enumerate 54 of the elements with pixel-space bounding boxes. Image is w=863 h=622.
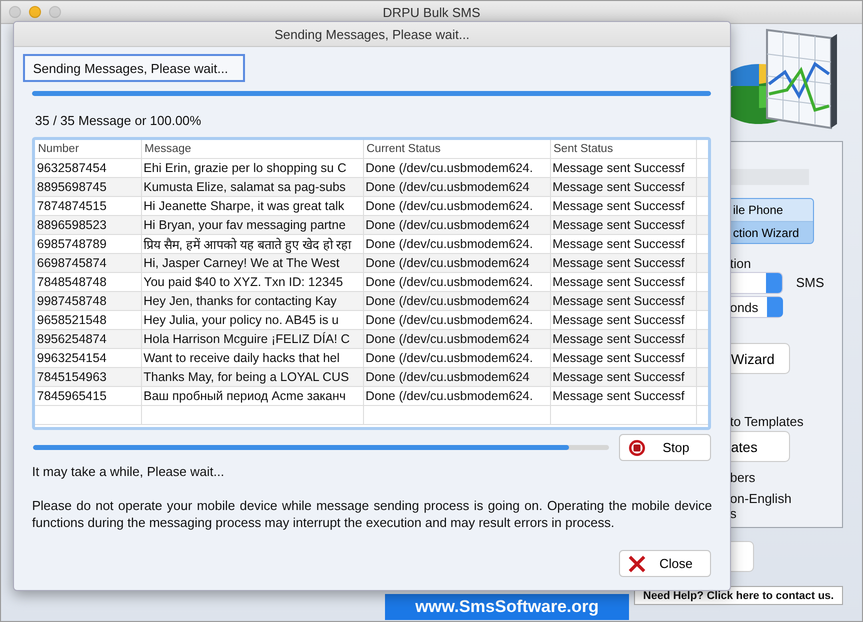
table-cell: Ваш пробный период Acme заканч (141, 386, 363, 406)
non-english-label: on-English (730, 491, 792, 506)
table-cell: Done (/dev/cu.usbmodem624 (363, 254, 550, 272)
table-cell: Done (/dev/cu.usbmodem624. (363, 386, 550, 406)
table-cell: 6698745874 (35, 254, 141, 272)
column-header[interactable]: Message (141, 140, 363, 158)
templates-label: to Templates (730, 414, 804, 429)
close-icon (628, 554, 646, 572)
table-cell: Kumusta Elize, salamat sa pag-subs (141, 178, 363, 196)
table-cell: Done (/dev/cu.usbmodem624 (363, 216, 550, 234)
table-cell: Hola Harrison Mcguire ¡FELIZ DÍA! C (141, 330, 363, 348)
wait-text: It may take a while, Please wait... (32, 464, 226, 479)
table-cell: Message sent Successf (550, 330, 696, 348)
graph-line (768, 62, 830, 100)
table-cell: Done (/dev/cu.usbmodem624 (363, 330, 550, 348)
table-cell: Message sent Successf (550, 368, 696, 386)
table-cell: Message sent Successf (550, 292, 696, 310)
stop-button[interactable]: Stop (619, 434, 711, 461)
graph-line (768, 66, 830, 112)
sms-label: SMS (796, 274, 824, 290)
non-english-label: s (730, 506, 736, 521)
close-button[interactable]: Close (619, 550, 711, 577)
table-cell: Hi, Jasper Carney! We at The West (141, 254, 363, 272)
table-cell: Done (/dev/cu.usbmodem624 (363, 178, 550, 196)
notice-text: Please do not operate your mobile device while message sending process is going on. Operating the mobile device functions during the messaging process may interrupt the execution and may result errors in process. (32, 497, 712, 531)
section-label: tion (730, 256, 751, 271)
window-title: DRPU Bulk SMS (382, 4, 480, 20)
table-cell: Done (/dev/cu.usbmodem624 (363, 368, 550, 386)
table-cell: Message sent Successf (550, 386, 696, 406)
column-header[interactable]: Current Status (363, 140, 550, 158)
table-cell: 9987458748 (35, 292, 141, 310)
progress-count: 35 / 35 Message or 100.00% (35, 113, 202, 128)
table-cell: 8956254874 (35, 330, 141, 348)
column-header[interactable]: Number (35, 140, 141, 158)
dialog-title: Sending Messages, Please wait... (14, 22, 730, 47)
table-cell: 7845154963 (35, 368, 141, 386)
website-banner: www.SmsSoftware.org (385, 594, 629, 620)
zoom-window-button[interactable] (49, 6, 61, 18)
table-cell: Hey Jen, thanks for contacting Kay (141, 292, 363, 310)
table-cell: 8895698745 (35, 178, 141, 196)
numbers-label: bers (730, 470, 756, 485)
table-cell: Message sent Successf (550, 216, 696, 234)
stop-icon (628, 438, 646, 456)
close-window-button[interactable] (9, 6, 21, 18)
table-cell: Hi Bryan, your fav messaging partne (141, 216, 363, 234)
minimize-window-button[interactable] (29, 6, 41, 18)
table-cell: 7845965415 (35, 386, 141, 406)
table-cell: 8896598523 (35, 216, 141, 234)
table-cell: Thanks May, for being a LOYAL CUS (141, 368, 363, 386)
table-cell: Message sent Successf (550, 254, 696, 272)
status-box: Sending Messages, Please wait... (23, 54, 245, 82)
column-header[interactable]: Sent Status (550, 140, 696, 158)
table-cell: Done (/dev/cu.usbmodem624 (363, 292, 550, 310)
table-cell: Message sent Successf (550, 178, 696, 196)
